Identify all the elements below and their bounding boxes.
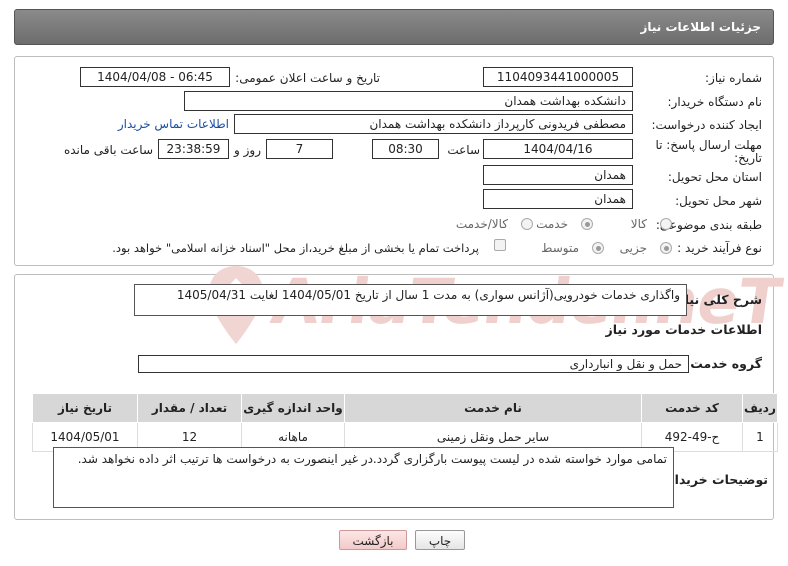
buyer-org-label: نام دستگاه خریدار: [667,95,763,109]
buyer-notes-field: تمامی موارد خواسته شده در لیست پیوست بار… [53,447,674,508]
announce-datetime-label: تاریخ و ساعت اعلان عمومی: [235,71,380,85]
category-goods-service-radio[interactable] [521,218,533,230]
category-service-radio[interactable] [581,218,593,230]
services-table: تاریخ نیاز تعداد / مقدار واحد اندازه گیر… [32,393,778,452]
buyer-org-field: دانشکده بهداشت همدان [184,91,633,111]
process-minor-label: جزیی [619,241,647,255]
services-table-wrap: تاریخ نیاز تعداد / مقدار واحد اندازه گیر… [32,393,778,452]
need-number-field: 1104093441000005 [483,67,633,87]
deadline-label-line1: مهلت ارسال پاسخ: تا [655,138,762,152]
process-label: نوع فرآیند خرید : [677,241,762,255]
need-number-label: شماره نیاز: [705,71,762,85]
services-section-title: اطلاعات خدمات مورد نیاز [605,322,763,337]
col-unit: واحد اندازه گیری [241,393,345,423]
service-group-label: گروه خدمت: [685,356,762,371]
summary-field: واگذاری خدمات خودرویی(آژانس سواری) به مد… [134,284,687,316]
category-goods-label: کالا [630,217,647,231]
page-header: جزئیات اطلاعات نیاز [14,9,774,45]
process-medium-label: متوسط [541,241,579,255]
announce-datetime-field: 1404/04/08 - 06:45 [80,67,230,87]
deadline-label-line2: تاریخ: [734,151,762,165]
col-service-code: کد خدمت [641,393,743,423]
process-minor-radio[interactable] [660,242,672,254]
treasury-payment-checkbox[interactable] [494,239,506,251]
category-service-label: خدمت [536,217,568,231]
need-info-panel [14,56,774,266]
col-quantity: تعداد / مقدار [137,393,242,423]
requester-field: مصطفی فریدونی کارپرداز دانشکده بهداشت هم… [234,114,633,134]
deadline-date-field: 1404/04/16 [483,139,633,159]
deadline-time-label: ساعت [447,143,480,157]
province-label: استان محل تحویل: [667,170,762,184]
summary-text: واگذاری خدمات خودرویی(آژانس سواری) به مد… [176,288,680,302]
requester-label: ایجاد کننده درخواست: [651,118,762,132]
print-button[interactable]: چاپ [415,530,465,550]
deadline-days-field: 7 [266,139,333,159]
remaining-time-field: 23:38:59 [158,139,229,159]
col-row: ردیف [742,393,778,423]
col-service-name: نام خدمت [344,393,642,423]
treasury-payment-note: پرداخت تمام یا بخشی از مبلغ خرید،از محل … [112,241,479,255]
table-header-row: تاریخ نیاز تعداد / مقدار واحد اندازه گیر… [32,393,778,423]
buyer-contact-link[interactable]: اطلاعات تماس خریدار [118,117,229,131]
category-goods-service-label: کالا/خدمت [455,217,508,231]
buyer-notes-text: تمامی موارد خواسته شده در لیست پیوست بار… [77,452,667,466]
back-button[interactable]: بازگشت [339,530,407,550]
col-need-date: تاریخ نیاز [32,393,138,423]
buyer-notes-label: توضیحات خریدار: [662,472,768,487]
cell-row-number: 1 [742,422,778,452]
city-field: همدان [483,189,633,209]
category-goods-radio[interactable] [660,218,672,230]
province-field: همدان [483,165,633,185]
process-medium-radio[interactable] [592,242,604,254]
service-group-field: حمل و نقل و انبارداری [138,355,689,373]
page-title: جزئیات اطلاعات نیاز [640,20,761,34]
deadline-days-label: روز و [234,143,261,157]
deadline-time-field: 08:30 [372,139,439,159]
city-label: شهر محل تحویل: [675,194,762,208]
remaining-time-label: ساعت باقی مانده [63,143,153,157]
